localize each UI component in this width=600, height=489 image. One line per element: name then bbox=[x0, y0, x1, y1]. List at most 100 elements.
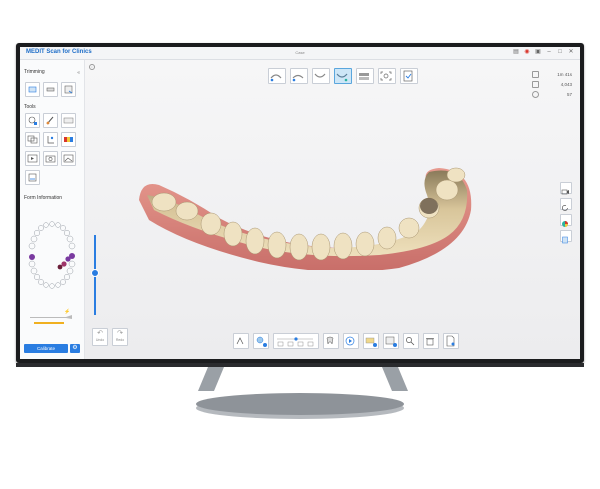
toggle-badge bbox=[393, 343, 397, 347]
calibration-settings-button[interactable]: ⚙ bbox=[70, 344, 80, 353]
history-controls: ↶ Undo ↷ Redo bbox=[92, 328, 128, 346]
maximize-icon[interactable]: □ bbox=[557, 49, 563, 55]
bite-icon bbox=[359, 73, 369, 80]
camera-icon bbox=[45, 155, 56, 163]
view-camera-button[interactable] bbox=[560, 182, 572, 195]
clock-icon bbox=[532, 70, 539, 78]
sidebar: Trimming « Tools Form Information ⚡ Cali… bbox=[20, 60, 85, 359]
toggle-badge bbox=[263, 343, 267, 347]
delete-button[interactable] bbox=[423, 333, 439, 349]
camera-tool-button[interactable] bbox=[43, 151, 58, 166]
video-tool-button[interactable] bbox=[25, 151, 40, 166]
brush-tool-button[interactable] bbox=[43, 113, 58, 128]
fullscreen-analysis-icon bbox=[380, 71, 392, 81]
view-rotate-button[interactable] bbox=[560, 198, 572, 211]
undo-icon: ↶ bbox=[97, 330, 103, 337]
tooth-marker bbox=[65, 256, 71, 262]
trim-upper-button[interactable] bbox=[25, 82, 40, 97]
upper-jaw-icon bbox=[270, 74, 282, 82]
lower-jaw-icon bbox=[314, 73, 326, 78]
trim-bite-icon bbox=[64, 85, 73, 94]
stat-time: 1m 41s bbox=[532, 69, 572, 79]
image-toggle-button[interactable] bbox=[383, 333, 399, 349]
molar bbox=[446, 167, 466, 183]
measure-tool-button[interactable] bbox=[43, 132, 58, 147]
play-icon bbox=[345, 336, 355, 346]
filter-slider-thumb[interactable] bbox=[91, 269, 99, 277]
molar bbox=[175, 201, 199, 221]
overlay-tool-button[interactable] bbox=[25, 132, 40, 147]
jaw-scan-model[interactable] bbox=[129, 110, 479, 270]
texture-toggle-button[interactable] bbox=[363, 333, 379, 349]
view-color-button[interactable] bbox=[560, 214, 572, 227]
tooth-marker bbox=[29, 254, 35, 260]
scanner-tip-illustration: ⚡ bbox=[30, 308, 72, 324]
form-info-label: Form Information bbox=[24, 195, 63, 201]
close-icon[interactable]: ✕ bbox=[568, 49, 574, 55]
crown-preparation bbox=[420, 198, 438, 214]
premolar bbox=[398, 217, 420, 239]
scan-filter-button[interactable] bbox=[233, 333, 249, 349]
stage-upper-button[interactable] bbox=[268, 68, 286, 84]
stage-complete-button[interactable] bbox=[400, 68, 418, 84]
view-model-button[interactable] bbox=[560, 230, 572, 244]
stage-analysis-button[interactable] bbox=[378, 68, 396, 84]
tooth-tool-button[interactable] bbox=[323, 333, 339, 349]
trimming-label: Trimming bbox=[24, 69, 45, 75]
minimize-icon[interactable]: – bbox=[546, 49, 552, 55]
brush-icon bbox=[46, 116, 54, 125]
frames-icon bbox=[532, 80, 539, 88]
tools-label: Tools bbox=[24, 104, 36, 110]
incisor bbox=[333, 232, 353, 260]
scan-stage-toolbar bbox=[268, 68, 418, 84]
title-bar: MEDIT Scan for Clinics Case ▤ ◉ ▣ – □ ✕ bbox=[20, 47, 580, 60]
trim-bite-button[interactable] bbox=[61, 82, 76, 97]
premolar bbox=[200, 212, 222, 236]
notes-icon[interactable]: ▤ bbox=[513, 49, 519, 55]
redo-button[interactable]: ↷ Redo bbox=[112, 328, 128, 346]
svg-text:⚡: ⚡ bbox=[64, 308, 70, 315]
stage-bite-button[interactable] bbox=[356, 68, 374, 84]
signal-icon bbox=[532, 90, 539, 98]
toggle-badge bbox=[373, 343, 377, 347]
video-camera-icon bbox=[561, 189, 569, 195]
info-icon[interactable]: i bbox=[89, 64, 95, 70]
case-title: Case bbox=[295, 50, 305, 55]
monitor-frame: MEDIT Scan for Clinics Case ▤ ◉ ▣ – □ ✕ … bbox=[16, 43, 584, 363]
scan-strategy-icon bbox=[63, 117, 74, 124]
molar bbox=[435, 179, 459, 201]
scan-region-slider[interactable] bbox=[273, 333, 319, 349]
stage-lower-2-button[interactable] bbox=[334, 68, 352, 84]
scan-strategy-button[interactable] bbox=[61, 113, 76, 128]
premolar bbox=[377, 226, 397, 250]
play-button[interactable] bbox=[343, 333, 359, 349]
scan-viewport[interactable]: i 1m 41s 4,043 57 ↶ Undo ↷ Redo bbox=[85, 60, 580, 359]
gear-icon: ⚙ bbox=[72, 345, 78, 351]
trim-lower-button[interactable] bbox=[43, 82, 58, 97]
stat-count: 4,043 bbox=[532, 79, 572, 89]
stage-upper-2-button[interactable] bbox=[290, 68, 308, 84]
lock-tool-button[interactable] bbox=[25, 113, 40, 128]
image-tool-button[interactable] bbox=[61, 151, 76, 166]
tooth-marker bbox=[61, 261, 67, 267]
overlay-icon bbox=[27, 135, 38, 144]
inspect-button[interactable] bbox=[403, 333, 419, 349]
scanner-tool-button[interactable] bbox=[25, 170, 40, 185]
incisor bbox=[311, 233, 331, 261]
scan-stats: 1m 41s 4,043 57 bbox=[532, 69, 572, 99]
tooth-chart[interactable] bbox=[24, 219, 80, 291]
color-wheel-icon bbox=[562, 221, 568, 227]
undo-button[interactable]: ↶ Undo bbox=[92, 328, 108, 346]
save-report-button[interactable] bbox=[443, 333, 459, 349]
scanner-icon bbox=[28, 173, 37, 182]
window-controls: ▤ ◉ ▣ – □ ✕ bbox=[513, 49, 574, 55]
trim-lower-icon bbox=[46, 87, 55, 92]
capture-icon[interactable]: ▣ bbox=[535, 49, 541, 55]
collapse-sidebar-icon[interactable]: « bbox=[77, 70, 80, 76]
stage-lower-button[interactable] bbox=[312, 68, 330, 84]
color-map-button[interactable] bbox=[61, 132, 76, 147]
calibrate-button[interactable]: Calibrate bbox=[24, 344, 68, 353]
record-icon[interactable]: ◉ bbox=[524, 49, 530, 55]
ai-scan-button[interactable] bbox=[253, 333, 269, 349]
magnifier-icon bbox=[406, 337, 415, 346]
